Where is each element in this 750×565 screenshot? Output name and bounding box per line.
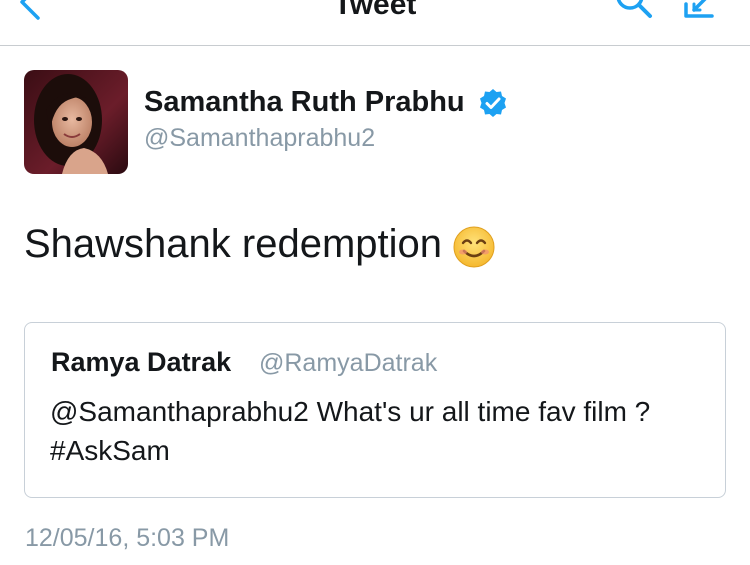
compose-icon[interactable] <box>682 0 728 22</box>
tweet-timestamp: 12/05/16, 5:03 PM <box>25 524 230 552</box>
quoted-tweet-text: @Samanthaprabhu2 What's ur all time fav … <box>50 396 651 466</box>
quoted-author-handle: @RamyaDatrak <box>259 349 438 377</box>
navigation-bar: Tweet <box>0 0 750 46</box>
tweet-text: Shawshank redemption <box>24 222 443 266</box>
quoted-tweet[interactable]: Ramya Datrak @RamyaDatrak @Samanthaprabh… <box>24 322 726 498</box>
author-name[interactable]: Samantha Ruth Prabhu <box>144 86 465 119</box>
quoted-author-name: Ramya Datrak <box>51 347 232 377</box>
search-icon[interactable] <box>612 0 654 22</box>
author-handle[interactable]: @Samanthaprabhu2 <box>144 124 375 153</box>
avatar-photo <box>24 70 128 174</box>
smiling-face-icon <box>453 226 495 268</box>
avatar[interactable] <box>24 70 128 174</box>
verified-badge-icon <box>480 89 506 117</box>
